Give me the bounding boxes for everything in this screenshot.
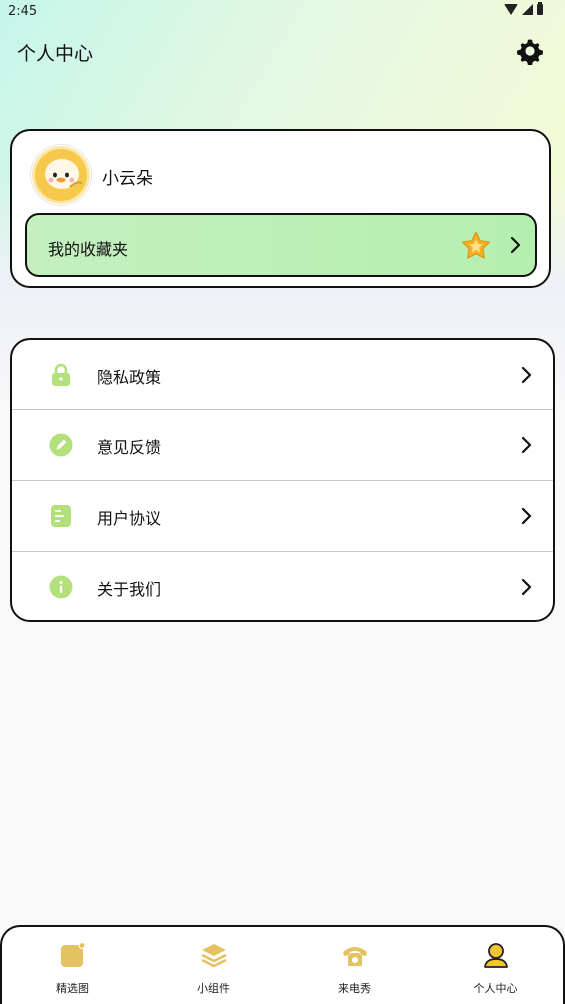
nav-item-caller-show[interactable]: 来电秀 xyxy=(284,927,425,1004)
menu-item-user-agreement[interactable]: 用户协议 xyxy=(12,481,553,552)
menu-item-label: 用户协议 xyxy=(97,509,162,528)
nav-label: 个人中心 xyxy=(473,982,518,995)
nav-item-gallery[interactable]: 精选图 xyxy=(2,927,143,1004)
nav-label: 小组件 xyxy=(197,982,230,995)
favorites-label: 我的收藏夹 xyxy=(48,240,129,259)
menu-item-label: 关于我们 xyxy=(97,580,162,599)
top-bar: 个人中心 xyxy=(0,34,565,68)
chevron-right-icon xyxy=(509,235,523,255)
nav-item-widgets[interactable]: 小组件 xyxy=(143,927,284,1004)
chevron-right-icon xyxy=(521,507,533,525)
nav-label: 来电秀 xyxy=(338,982,371,995)
info-icon xyxy=(49,575,73,599)
chevron-right-icon xyxy=(521,436,533,454)
user-icon xyxy=(482,941,510,969)
favorites-button[interactable]: 我的收藏夹 xyxy=(25,213,537,277)
profile-card: 小云朵 我的收藏夹 xyxy=(10,129,551,288)
settings-menu: 隐私政策 意见反馈 用户协议 关于我们 xyxy=(10,338,555,622)
page-title: 个人中心 xyxy=(17,43,94,65)
image-icon xyxy=(59,941,87,969)
menu-item-about-us[interactable]: 关于我们 xyxy=(12,552,553,620)
phone-icon xyxy=(341,941,369,969)
signal-icon xyxy=(522,4,533,15)
chevron-right-icon xyxy=(521,578,533,596)
gear-icon[interactable] xyxy=(516,37,544,66)
menu-item-privacy-policy[interactable]: 隐私政策 xyxy=(12,340,553,411)
status-bar: 2:45 xyxy=(0,0,565,24)
star-icon xyxy=(460,230,492,262)
pencil-icon xyxy=(49,433,73,457)
wifi-icon xyxy=(504,4,518,15)
layers-icon xyxy=(200,941,228,969)
status-time: 2:45 xyxy=(8,4,38,19)
nav-item-profile[interactable]: 个人中心 xyxy=(425,927,565,1004)
menu-item-label: 意见反馈 xyxy=(97,438,162,457)
lock-icon xyxy=(49,363,73,387)
battery-icon xyxy=(537,2,543,15)
bottom-nav: 精选图 小组件 来电秀 个人中心 xyxy=(0,925,565,1004)
nav-label: 精选图 xyxy=(56,982,89,995)
menu-item-feedback[interactable]: 意见反馈 xyxy=(12,410,553,481)
menu-item-label: 隐私政策 xyxy=(97,368,162,387)
status-icons xyxy=(504,2,543,15)
chevron-right-icon xyxy=(521,366,533,384)
document-icon xyxy=(49,504,73,528)
avatar[interactable] xyxy=(31,145,91,205)
username: 小云朵 xyxy=(102,169,153,189)
